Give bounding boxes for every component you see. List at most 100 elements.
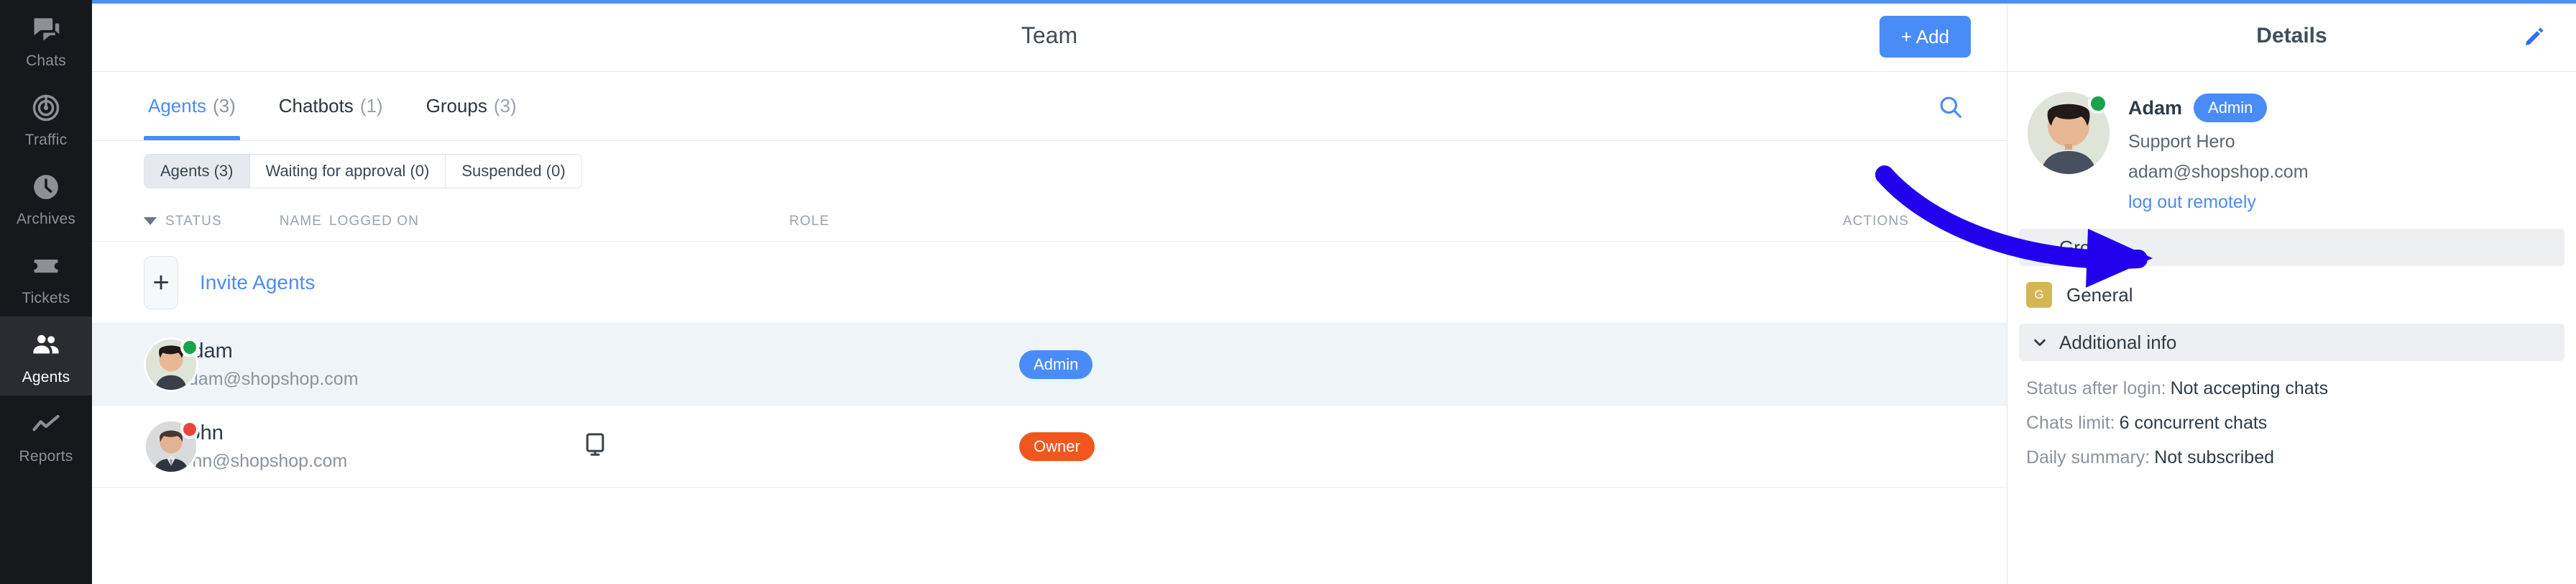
tab-count: (3): [213, 95, 236, 117]
traffic-icon: [29, 91, 63, 125]
agent-name: John: [178, 421, 559, 445]
profile-name: Adam: [2128, 97, 2182, 119]
sidebar-item-chats[interactable]: Chats: [0, 0, 92, 79]
profile-info: Adam Admin Support Hero adam@shopshop.co…: [2128, 92, 2309, 213]
sidebar-item-agents[interactable]: Agents: [0, 316, 92, 396]
sidebar-item-reports[interactable]: Reports: [0, 396, 92, 475]
agents-icon: [29, 328, 63, 362]
sidebar-item-tickets[interactable]: Tickets: [0, 237, 92, 316]
sidebar-item-traffic[interactable]: Traffic: [0, 79, 92, 158]
invite-agents-link[interactable]: Invite Agents: [178, 271, 559, 294]
page-header: Team + Add: [92, 0, 2007, 72]
role-badge: Owner: [1019, 432, 1095, 461]
tab-label: Chatbots: [279, 95, 354, 117]
tab-count: (3): [494, 95, 517, 117]
page-title: Team: [1021, 22, 1077, 49]
column-label: LOGGED ON: [329, 214, 419, 229]
sidebar-item-label: Reports: [19, 449, 73, 464]
agent-name-cell: Adam adam@shopshop.com: [178, 339, 559, 390]
app-root: Chats Traffic Archives: [0, 0, 2576, 584]
groups-section-header[interactable]: Groups: [2019, 229, 2564, 266]
column-label: ACTIONS: [1843, 214, 1909, 229]
agent-logged-on-cell: [559, 430, 1019, 462]
left-sidebar: Chats Traffic Archives: [0, 0, 92, 584]
details-panel: Details: [2007, 0, 2576, 584]
invite-plus-cell: +: [92, 256, 178, 309]
profile-name-row: Adam Admin: [2128, 93, 2309, 122]
status-indicator-online: [2088, 93, 2108, 114]
agent-role-cell: Admin: [1019, 350, 1479, 379]
details-title: Details: [2256, 24, 2327, 48]
invite-agents-row[interactable]: + Invite Agents: [92, 242, 2007, 324]
tab-label: Groups: [426, 95, 487, 117]
column-status[interactable]: STATUS NAME: [92, 214, 329, 229]
search-icon: [1936, 93, 1965, 124]
column-label-name: NAME: [231, 214, 322, 229]
column-logged-on: LOGGED ON: [329, 214, 789, 229]
search-button[interactable]: [1935, 92, 1966, 124]
filter-agents[interactable]: Agents (3): [144, 155, 250, 188]
log-out-remotely-link[interactable]: log out remotely: [2128, 192, 2309, 213]
group-initial-icon: G: [2026, 282, 2052, 308]
agent-avatar-cell: [92, 337, 178, 392]
additional-info-section-header[interactable]: Additional info: [2019, 324, 2564, 361]
agent-email: adam@shopshop.com: [178, 369, 559, 390]
status-badge: Admin: [2194, 93, 2267, 122]
profile-email: adam@shopshop.com: [2128, 162, 2309, 183]
sidebar-item-label: Chats: [26, 53, 66, 68]
tab-agents[interactable]: Agents (3): [148, 71, 236, 140]
column-label: ROLE: [789, 214, 829, 229]
profile-avatar-wrapper: [2028, 92, 2110, 174]
filter-suspended[interactable]: Suspended (0): [446, 155, 581, 188]
tickets-icon: [29, 249, 63, 283]
info-label: Daily summary:: [2026, 447, 2150, 467]
tab-chatbots[interactable]: Chatbots (1): [279, 71, 383, 140]
chevron-down-icon: [144, 217, 157, 225]
sidebar-item-archives[interactable]: Archives: [0, 158, 92, 237]
agent-email: john@shopshop.com: [178, 451, 559, 472]
top-accent-bar: [92, 0, 2576, 4]
avatar-wrapper: [144, 337, 198, 392]
reports-icon: [29, 407, 63, 442]
pencil-icon: [2521, 24, 2547, 52]
filter-waiting-for-approval[interactable]: Waiting for approval (0): [250, 155, 446, 188]
profile-block: Adam Admin Support Hero adam@shopshop.co…: [2007, 72, 2576, 213]
chevron-down-icon: [2032, 334, 2048, 350]
section-title: Groups: [2059, 237, 2120, 259]
sidebar-item-label: Agents: [22, 370, 70, 385]
avatar-wrapper: [144, 419, 198, 474]
agent-list: + Invite Agents: [92, 242, 2007, 584]
tab-groups[interactable]: Groups (3): [426, 71, 517, 140]
table-row[interactable]: John john@shopshop.com Owner: [92, 406, 2007, 488]
tab-count: (1): [360, 95, 383, 117]
info-row-chats-limit: Chats limit:6 concurrent chats: [2026, 413, 2576, 434]
sidebar-item-label: Archives: [17, 211, 75, 227]
info-value: Not accepting chats: [2171, 378, 2329, 398]
details-header: Details: [2007, 0, 2576, 72]
profile-role-title: Support Hero: [2128, 132, 2309, 152]
status-indicator-online: [180, 338, 199, 357]
info-label: Status after login:: [2026, 378, 2166, 398]
role-badge: Admin: [1019, 350, 1092, 379]
table-row[interactable]: Adam adam@shopshop.com Admin: [92, 324, 2007, 406]
plus-icon[interactable]: +: [144, 256, 178, 309]
column-label: STATUS: [165, 214, 222, 229]
info-value: Not subscribed: [2154, 447, 2274, 467]
main-content: Team + Add Agents (3) Chatbots (1) Group…: [92, 0, 2007, 584]
agent-role-cell: Owner: [1019, 432, 1479, 461]
tab-label: Agents: [148, 95, 206, 117]
invite-label-cell: Invite Agents: [178, 271, 559, 294]
desktop-icon: [581, 430, 610, 462]
column-role: ROLE: [789, 214, 1249, 229]
info-label: Chats limit:: [2026, 413, 2115, 433]
info-row-status-after-login: Status after login:Not accepting chats: [2026, 378, 2576, 399]
group-name: General: [2066, 284, 2133, 306]
table-header: STATUS NAME LOGGED ON ROLE ACTIONS: [92, 201, 2007, 242]
info-value: 6 concurrent chats: [2120, 413, 2268, 433]
edit-button[interactable]: [2518, 22, 2550, 53]
add-button[interactable]: + Add: [1880, 16, 1971, 58]
list-item[interactable]: G General: [2007, 266, 2576, 308]
section-title: Additional info: [2059, 332, 2176, 354]
filter-row: Agents (3) Waiting for approval (0) Susp…: [92, 141, 2007, 201]
tab-bar: Agents (3) Chatbots (1) Groups (3): [92, 72, 2007, 141]
